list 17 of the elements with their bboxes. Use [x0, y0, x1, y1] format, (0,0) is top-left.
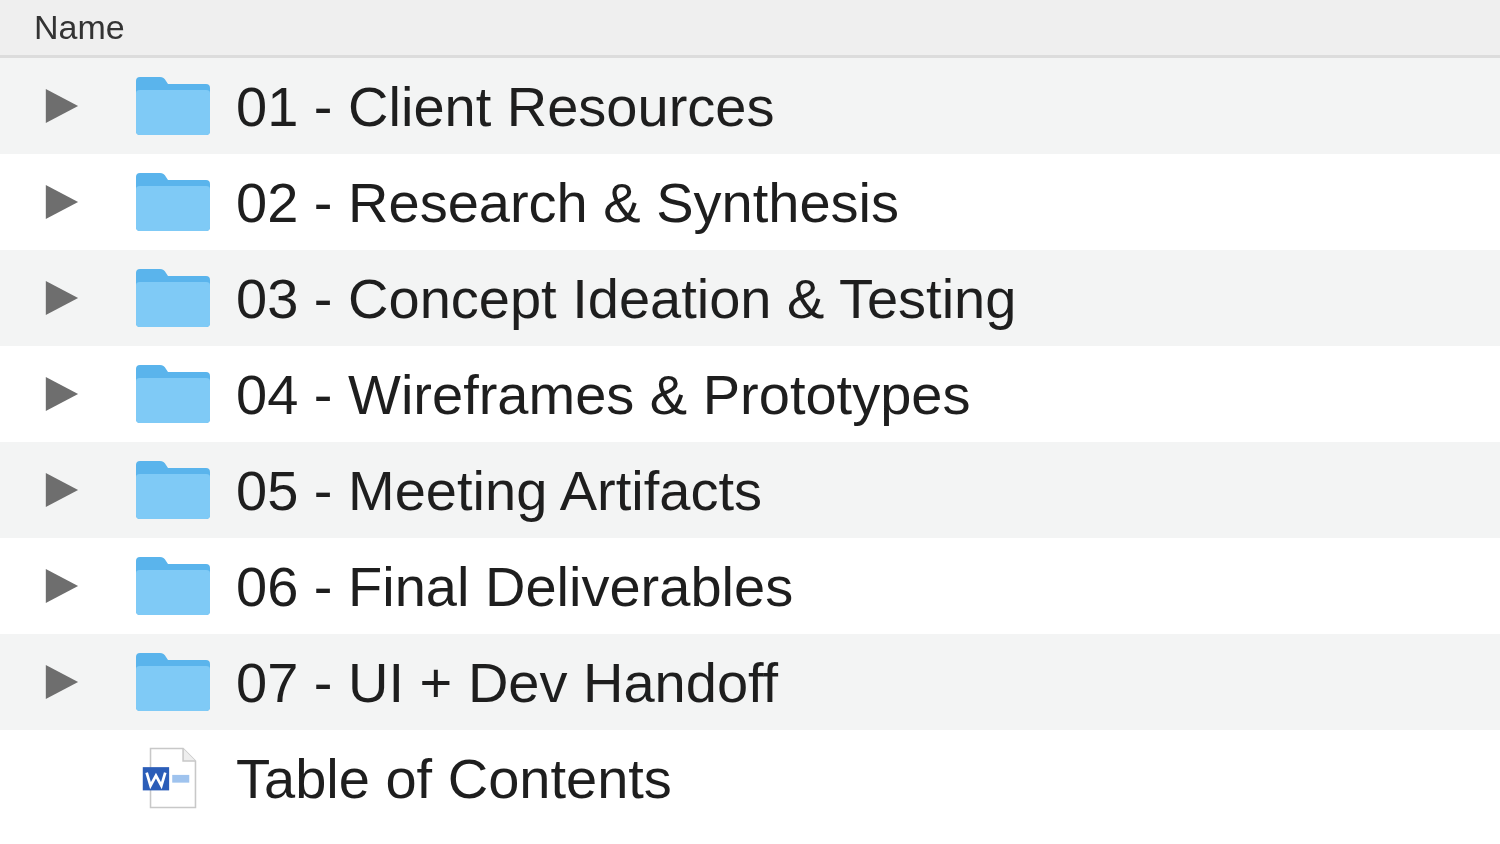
- folder-icon: [134, 267, 212, 329]
- file-name: 06 - Final Deliverables: [236, 553, 794, 619]
- file-name: 05 - Meeting Artifacts: [236, 457, 762, 523]
- folder-icon: [134, 459, 212, 521]
- column-header[interactable]: Name: [0, 0, 1500, 58]
- folder-icon: [134, 555, 212, 617]
- file-name: 02 - Research & Synthesis: [236, 169, 899, 235]
- folder-icon: [134, 171, 212, 233]
- file-name: 01 - Client Resources: [236, 73, 775, 139]
- file-name: 07 - UI + Dev Handoff: [236, 649, 779, 715]
- folder-icon: [134, 651, 212, 713]
- folder-icon: [134, 363, 212, 425]
- column-header-label: Name: [34, 8, 125, 47]
- folder-icon: [134, 75, 212, 137]
- file-name: Table of Contents: [236, 745, 672, 811]
- file-name: 03 - Concept Ideation & Testing: [236, 265, 1017, 331]
- file-name: 04 - Wireframes & Prototypes: [236, 361, 971, 427]
